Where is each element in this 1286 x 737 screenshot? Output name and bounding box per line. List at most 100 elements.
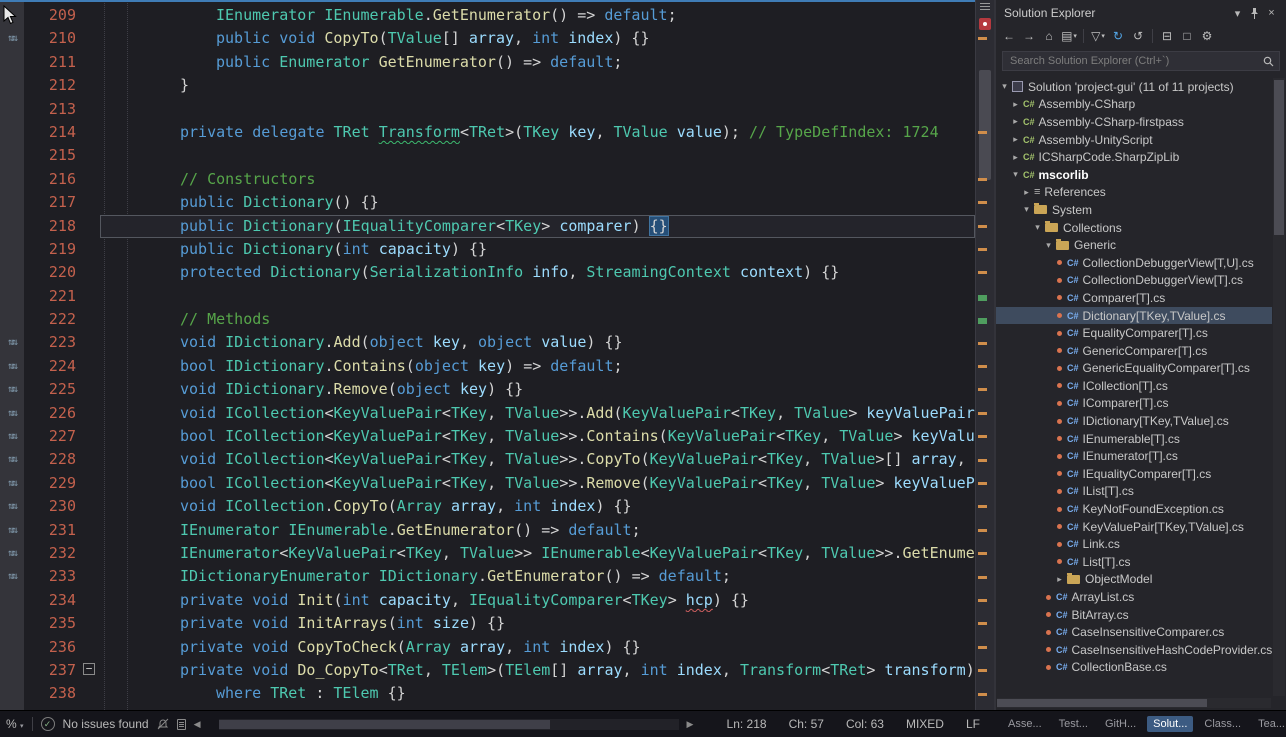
code-line-216[interactable]: 216// Constructors <box>0 168 975 191</box>
tree-hscroll-thumb[interactable] <box>997 699 1207 707</box>
code-line-231[interactable]: ⇅⇅231IEnumerator IEnumerable.GetEnumerat… <box>0 519 975 542</box>
override-indicator-icon[interactable]: ⇅⇅ <box>0 378 24 401</box>
code-text[interactable]: public Dictionary() {} <box>100 191 975 214</box>
code-line-221[interactable]: 221 <box>0 285 975 308</box>
zoom-control[interactable]: % ▾ <box>6 717 24 731</box>
switch-views-icon[interactable]: ▤▾ <box>1060 27 1078 45</box>
code-text[interactable]: bool ICollection<KeyValuePair<TKey, TVal… <box>100 425 975 448</box>
tree-item[interactable]: C#List[T].cs <box>996 553 1272 571</box>
code-line-236[interactable]: 236private void CopyToCheck(Array array,… <box>0 636 975 659</box>
close-icon[interactable]: × <box>1263 5 1280 21</box>
chevron-expanded-icon[interactable]: ▾ <box>1031 222 1044 233</box>
override-indicator-icon[interactable]: ⇅⇅ <box>0 448 24 471</box>
code-line-215[interactable]: 215 <box>0 144 975 167</box>
code-line-217[interactable]: 217 public Dictionary() {} <box>0 191 975 214</box>
code-line-211[interactable]: 211public Enumerator GetEnumerator() => … <box>0 51 975 74</box>
code-line-234[interactable]: 234private void Init(int capacity, IEqua… <box>0 589 975 612</box>
code-text[interactable]: private void CopyToCheck(Array array, in… <box>100 636 975 659</box>
tree-item[interactable]: ▸C#Assembly-CSharp <box>996 96 1272 114</box>
chevron-expanded-icon[interactable]: ▾ <box>998 81 1011 92</box>
tree-item[interactable]: C#CaseInsensitiveComparer.cs <box>996 623 1272 641</box>
vertical-scrollbar-thumb[interactable] <box>979 70 991 180</box>
code-line-218[interactable]: 218public Dictionary(IEqualityComparer<T… <box>0 215 975 238</box>
code-text[interactable] <box>100 98 975 121</box>
code-line-228[interactable]: ⇅⇅228void ICollection<KeyValuePair<TKey,… <box>0 448 975 471</box>
line-number[interactable]: 220 <box>24 261 78 284</box>
line-number[interactable]: 217 <box>24 191 78 214</box>
line-number[interactable]: 231 <box>24 519 78 542</box>
line-number[interactable]: 233 <box>24 565 78 588</box>
line-number[interactable]: 225 <box>24 378 78 401</box>
code-line-235[interactable]: 235private void InitArrays(int size) {} <box>0 612 975 635</box>
tree-item[interactable]: ▸ObjectModel <box>996 571 1272 589</box>
line-number[interactable]: 228 <box>24 448 78 471</box>
tree-item[interactable]: C#CollectionBase.cs <box>996 659 1272 677</box>
override-indicator-icon[interactable]: ⇅⇅ <box>0 355 24 378</box>
tree-item[interactable]: C#KeyNotFoundException.cs <box>996 500 1272 518</box>
panel-tab-tea[interactable]: Tea... <box>1252 716 1286 732</box>
override-indicator-icon[interactable]: ⇅⇅ <box>0 495 24 518</box>
override-indicator-icon[interactable]: ⇅⇅ <box>0 331 24 354</box>
eol-indicator[interactable]: LF <box>966 717 980 731</box>
override-indicator-icon[interactable]: ⇅⇅ <box>0 542 24 565</box>
error-indicator-icon[interactable] <box>979 18 991 30</box>
window-menu-icon[interactable]: ▾ <box>1229 5 1246 21</box>
pin-icon[interactable] <box>1246 5 1263 21</box>
chevron-collapsed-icon[interactable]: ▸ <box>1020 187 1033 198</box>
encoding-indicator[interactable]: MIXED <box>906 717 944 731</box>
code-line-237[interactable]: 237−private void Do_CopyTo<TRet, TElem>(… <box>0 659 975 682</box>
code-text[interactable]: } <box>100 74 975 97</box>
panel-tab-solut[interactable]: Solut... <box>1147 716 1193 732</box>
line-number[interactable]: 230 <box>24 495 78 518</box>
code-text[interactable]: private void InitArrays(int size) {} <box>100 612 975 635</box>
code-text[interactable]: void ICollection<KeyValuePair<TKey, TVal… <box>100 402 975 425</box>
tree-item[interactable]: ▸C#Assembly-CSharp-firstpass <box>996 113 1272 131</box>
sync-with-active-document-icon[interactable]: ↻ <box>1109 27 1127 45</box>
tree-item[interactable]: C#IEnumerable[T].cs <box>996 430 1272 448</box>
code-line-213[interactable]: 213 <box>0 98 975 121</box>
tree-item[interactable]: C#IEqualityComparer[T].cs <box>996 465 1272 483</box>
line-number[interactable]: 223 <box>24 331 78 354</box>
code-line-225[interactable]: ⇅⇅225void IDictionary.Remove(object key)… <box>0 378 975 401</box>
code-text[interactable]: private void Do_CopyTo<TRet, TElem>(TEle… <box>100 659 975 682</box>
editor-split-handle-icon[interactable] <box>980 3 990 11</box>
line-number[interactable]: 229 <box>24 472 78 495</box>
search-icon[interactable] <box>1263 56 1274 67</box>
tree-item[interactable]: C#CollectionDebuggerView[T,U].cs <box>996 254 1272 272</box>
code-text[interactable]: bool ICollection<KeyValuePair<TKey, TVal… <box>100 472 975 495</box>
line-number[interactable]: 227 <box>24 425 78 448</box>
code-text[interactable]: // Methods <box>100 308 975 331</box>
notifications-muted-icon[interactable] <box>157 718 169 730</box>
tree-item[interactable]: ▾Solution 'project-gui' (11 of 11 projec… <box>996 78 1272 96</box>
code-line-232[interactable]: ⇅⇅232IEnumerator<KeyValuePair<TKey, TVal… <box>0 542 975 565</box>
panel-tab-asse[interactable]: Asse... <box>1002 716 1048 732</box>
code-text[interactable]: private void Init(int capacity, IEqualit… <box>100 589 975 612</box>
tree-item[interactable]: ▾Generic <box>996 236 1272 254</box>
code-line-227[interactable]: ⇅⇅227 bool ICollection<KeyValuePair<TKey,… <box>0 425 975 448</box>
code-text[interactable]: void IDictionary.Add(object key, object … <box>100 331 975 354</box>
override-indicator-icon[interactable]: ⇅⇅ <box>0 565 24 588</box>
horizontal-scrollbar-thumb[interactable] <box>219 720 550 729</box>
override-indicator-icon[interactable]: ⇅⇅ <box>0 425 24 448</box>
tree-vertical-scrollbar[interactable] <box>1273 78 1285 696</box>
tree-item[interactable]: ▸≡References <box>996 184 1272 202</box>
code-line-222[interactable]: 222// Methods <box>0 308 975 331</box>
code-text[interactable]: public Enumerator GetEnumerator() => def… <box>100 51 975 74</box>
code-line-238[interactable]: 238where TRet : TElem {} <box>0 682 975 705</box>
search-input[interactable] <box>1008 54 1263 68</box>
chevron-expanded-icon[interactable]: ▾ <box>1009 169 1022 180</box>
line-number[interactable]: 210 <box>24 27 78 50</box>
tree-item[interactable]: ▾Collections <box>996 219 1272 237</box>
line-number[interactable]: 224 <box>24 355 78 378</box>
tree-item[interactable]: C#CollectionDebuggerView[T].cs <box>996 272 1272 290</box>
tree-item[interactable]: C#IList[T].cs <box>996 483 1272 501</box>
back-icon[interactable]: ← <box>1000 27 1018 45</box>
code-line-209[interactable]: 209IEnumerator IEnumerable.GetEnumerator… <box>0 4 975 27</box>
code-text[interactable]: public Dictionary(IEqualityComparer<TKey… <box>100 215 975 238</box>
tree-item[interactable]: C#EqualityComparer[T].cs <box>996 324 1272 342</box>
line-number[interactable]: 214 <box>24 121 78 144</box>
chevron-collapsed-icon[interactable]: ▸ <box>1009 152 1022 163</box>
forward-icon[interactable]: → <box>1020 27 1038 45</box>
chevron-collapsed-icon[interactable]: ▸ <box>1009 134 1022 145</box>
chevron-expanded-icon[interactable]: ▾ <box>1020 204 1033 215</box>
